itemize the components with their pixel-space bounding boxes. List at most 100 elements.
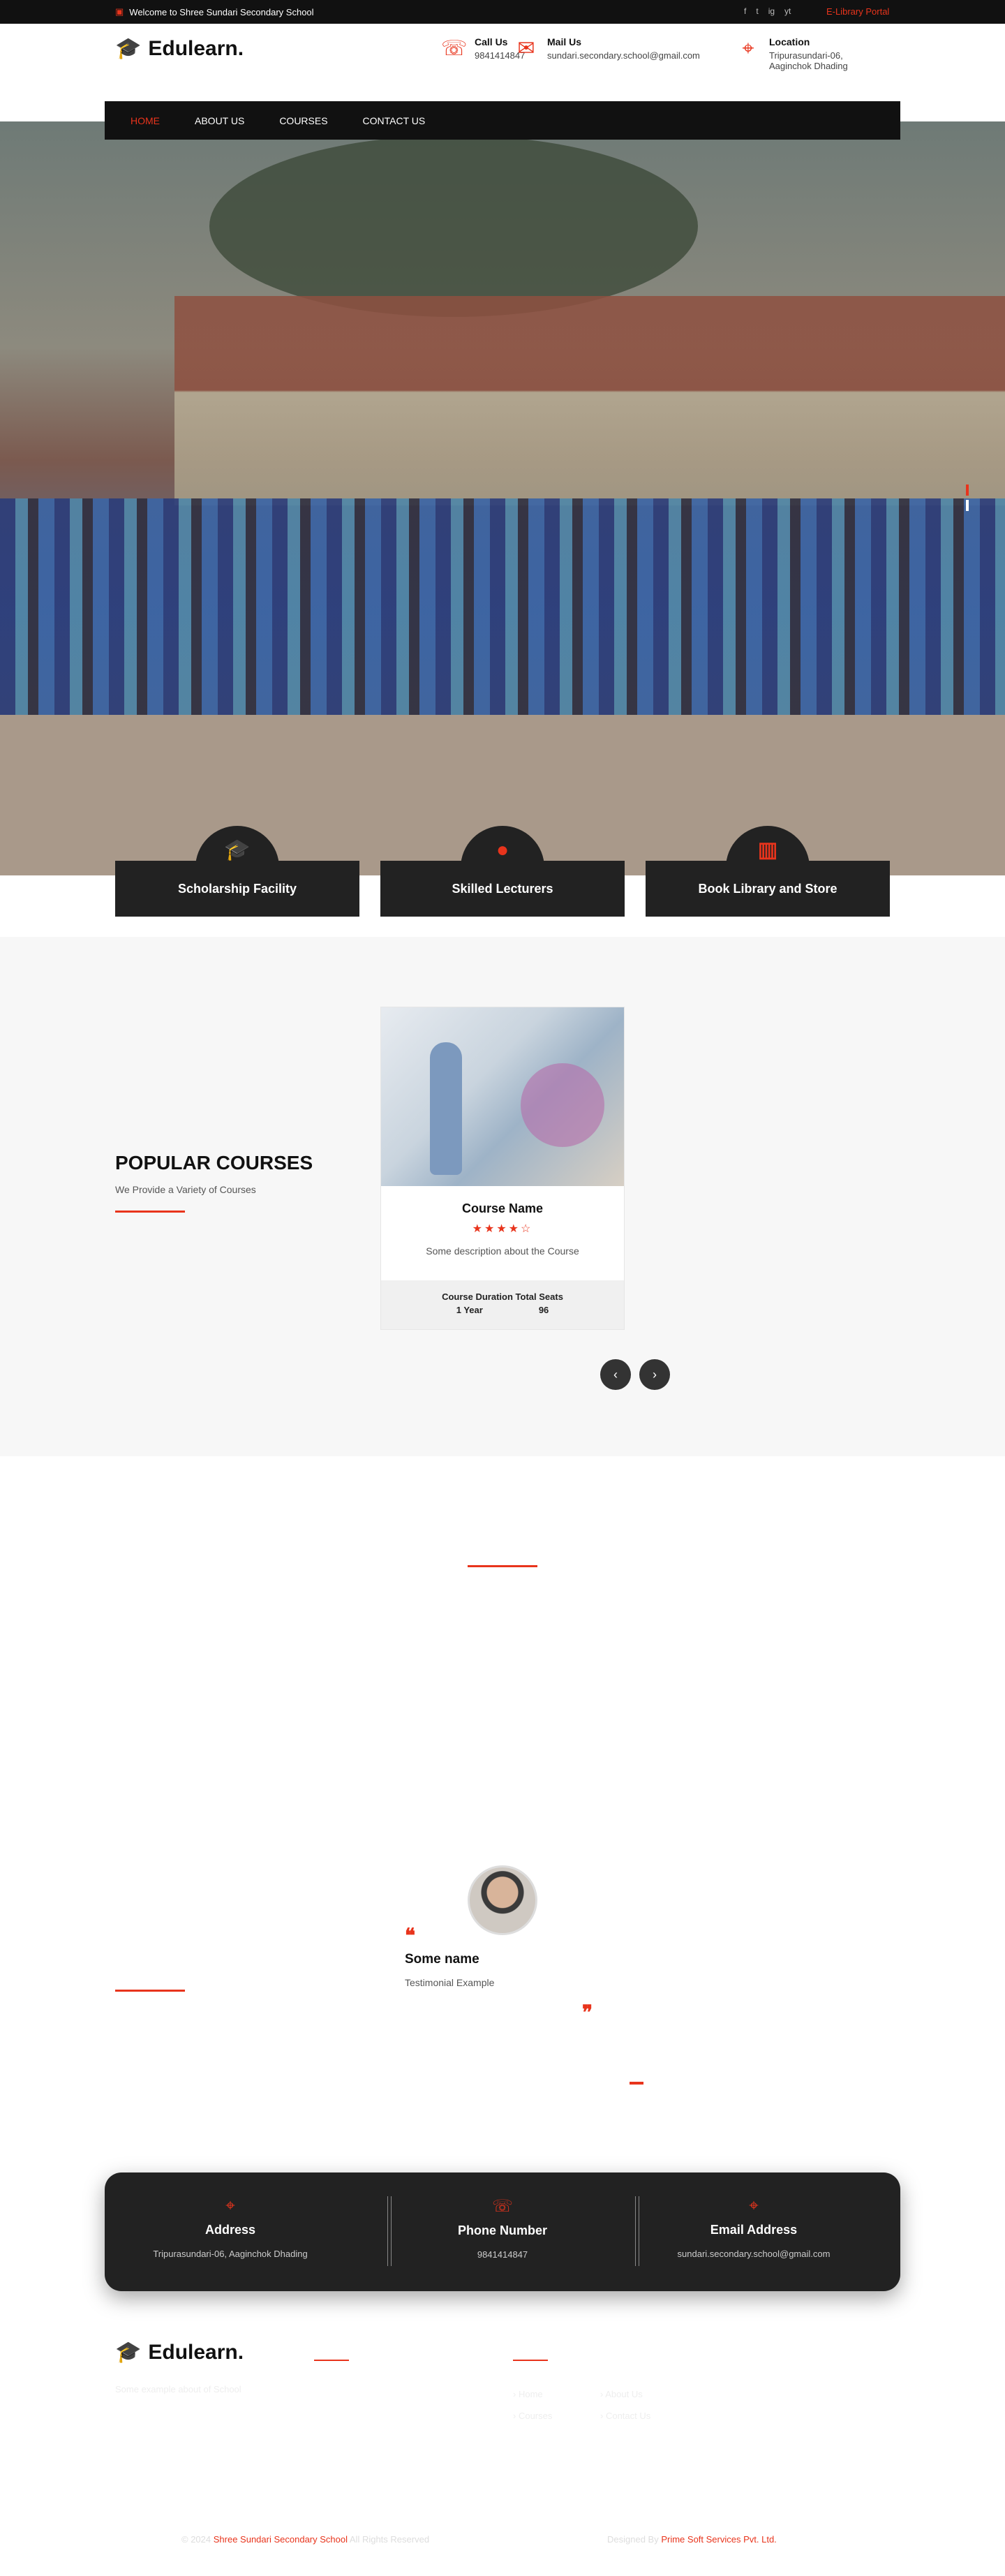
feature-label: Skilled Lecturers xyxy=(452,882,553,896)
facebook-icon[interactable]: f xyxy=(744,6,746,16)
feature-label: Scholarship Facility xyxy=(177,882,297,896)
nav-courses[interactable]: COURSES xyxy=(279,115,327,126)
info-email: ⌖ Email Address sundari.secondary.school… xyxy=(628,2196,879,2259)
footer-divider xyxy=(513,2360,548,2361)
avatar xyxy=(468,1865,537,1935)
footer-link-courses[interactable]: › Courses xyxy=(513,2411,600,2421)
info-title: Address xyxy=(204,2223,256,2237)
section-divider xyxy=(468,1565,537,1567)
hero-banner xyxy=(0,121,1005,875)
accent-divider xyxy=(115,1211,185,1213)
nav-about[interactable]: ABOUT US xyxy=(195,115,244,126)
slider-dot-active[interactable] xyxy=(966,484,969,496)
e-library-link[interactable]: E-Library Portal xyxy=(826,6,889,17)
teacher-figure xyxy=(430,1042,462,1175)
mail-title: Mail Us xyxy=(547,36,582,47)
courses-title: POPULAR COURSES xyxy=(115,1152,313,1174)
graduation-cap-icon: 🎓 xyxy=(115,2341,142,2364)
designed-prefix: Designed By xyxy=(607,2534,659,2545)
slider-dot[interactable] xyxy=(966,500,969,511)
course-seats: 96 xyxy=(538,1305,549,1315)
phone-icon: ☏ xyxy=(491,2197,513,2216)
main-nav: HOME ABOUT US COURSES CONTACT US xyxy=(105,101,900,140)
location-line2: Aaginchok Dhading xyxy=(769,61,848,71)
testimonial-name: Some name xyxy=(405,1952,479,1967)
footer-logo[interactable]: 🎓 Edulearn. xyxy=(115,2340,244,2364)
chevron-right-icon[interactable]: › xyxy=(639,1359,670,1390)
carousel-controls: ‹ › xyxy=(600,1359,670,1390)
footer-divider xyxy=(314,2360,349,2361)
star-rating: ★★★★☆ xyxy=(472,1223,533,1235)
feature-lecturers[interactable]: ● Skilled Lecturers xyxy=(380,826,625,917)
location-line1: Tripurasundari-06, xyxy=(769,50,843,61)
site-footer: 🎓 Edulearn. Some example about of School… xyxy=(0,2325,1005,2576)
nav-home[interactable]: HOME xyxy=(131,115,160,126)
popular-courses-section: POPULAR COURSES We Provide a Variety of … xyxy=(0,937,1005,1456)
chevron-left-icon[interactable]: ‹ xyxy=(600,1359,631,1390)
footer-links: › Home › About Us › Courses › Contact Us xyxy=(513,2389,687,2421)
youtube-icon[interactable]: yt xyxy=(784,6,791,16)
top-bar: ▣ Welcome to Shree Sundari Secondary Sch… xyxy=(0,0,1005,24)
courses-heading: POPULAR COURSES We Provide a Variety of … xyxy=(115,1152,313,1213)
footer-about: Some example about of School xyxy=(115,2384,241,2394)
brand-name: Edulearn. xyxy=(148,36,244,60)
section-divider xyxy=(115,1990,185,1992)
copyright-school-link[interactable]: Shree Sundari Secondary School xyxy=(214,2534,348,2545)
course-meta-header: Course Duration Total Seats xyxy=(442,1291,563,1302)
info-value: sundari.secondary.school@gmail.com xyxy=(677,2249,831,2259)
location-icon: ⌖ xyxy=(742,37,754,60)
hero-trees xyxy=(209,135,698,317)
testimonial-indicator[interactable] xyxy=(630,2082,643,2085)
school-icon: ▣ xyxy=(115,6,124,17)
course-name: Course Name xyxy=(461,1201,544,1215)
feature-label: Book Library and Store xyxy=(698,882,838,896)
info-address: ⌖ Address Tripurasundari-06, Aaginchok D… xyxy=(105,2196,356,2259)
mail-icon: ✉ xyxy=(517,37,535,60)
courses-subtitle: We Provide a Variety of Courses xyxy=(115,1184,256,1195)
contact-info-box: ⌖ Address Tripurasundari-06, Aaginchok D… xyxy=(105,2172,900,2291)
info-phone: ☏ Phone Number 9841414847 xyxy=(377,2196,628,2260)
instagram-icon[interactable]: ig xyxy=(768,6,775,16)
graduation-cap-icon: 🎓 xyxy=(115,37,142,60)
feature-scholarship[interactable]: 🎓 Scholarship Facility xyxy=(115,826,359,917)
footer-link-about[interactable]: › About Us xyxy=(600,2389,687,2399)
students-figure xyxy=(521,1063,604,1147)
contact-mail: ✉ Mail Us sundari.secondary.school@gmail.… xyxy=(514,36,699,61)
copyright-prefix: © 2024 xyxy=(181,2534,211,2545)
link-label: Courses xyxy=(518,2411,553,2421)
link-label: Home xyxy=(518,2389,543,2399)
contact-call: ☏ Call Us 9841414847 xyxy=(441,36,525,61)
link-label: About Us xyxy=(605,2389,643,2399)
slider-indicators xyxy=(966,484,969,511)
phone-icon: ☏ xyxy=(441,37,468,60)
info-value: Tripurasundari-06, Aaginchok Dhading xyxy=(153,2249,308,2259)
course-description: Some description about the Course xyxy=(426,1245,579,1257)
info-title: Email Address xyxy=(710,2223,798,2237)
designer-credit: Designed By Prime Soft Services Pvt. Ltd… xyxy=(607,2534,777,2545)
nav-contact[interactable]: CONTACT US xyxy=(363,115,426,126)
welcome-message: ▣ Welcome to Shree Sundari Secondary Sch… xyxy=(115,6,314,17)
course-image xyxy=(381,1007,624,1186)
hero-building xyxy=(174,296,1005,505)
quote-close-icon: ❞ xyxy=(582,2001,593,2023)
footer-link-contact[interactable]: › Contact Us xyxy=(600,2411,687,2421)
twitter-icon[interactable]: t xyxy=(756,6,758,16)
welcome-text: Welcome to Shree Sundari Secondary Schoo… xyxy=(129,6,314,17)
location-title: Location xyxy=(769,36,810,47)
course-duration: 1 Year xyxy=(456,1305,483,1315)
brand-logo[interactable]: 🎓 Edulearn. xyxy=(115,36,244,61)
info-title: Phone Number xyxy=(457,2223,547,2237)
testimonial-text: Testimonial Example xyxy=(405,1977,495,1988)
copyright: © 2024 Shree Sundari Secondary School Al… xyxy=(181,2534,429,2545)
hero-crowd xyxy=(0,498,1005,722)
course-meta: Course Duration Total Seats 1 Year 96 xyxy=(381,1280,624,1329)
link-label: Contact Us xyxy=(605,2411,651,2421)
contact-location: ⌖ Location Tripurasundari-06, Aaginchok Dh… xyxy=(736,36,848,71)
social-links: f t ig yt xyxy=(744,6,791,16)
footer-link-home[interactable]: › Home xyxy=(513,2389,600,2399)
copyright-suffix: All Rights Reserved xyxy=(349,2534,430,2545)
designer-link[interactable]: Prime Soft Services Pvt. Ltd. xyxy=(661,2534,776,2545)
feature-library[interactable]: ▥ Book Library and Store xyxy=(646,826,890,917)
footer-brand-name: Edulearn. xyxy=(148,2340,244,2364)
course-card[interactable]: Course Name ★★★★☆ Some description about… xyxy=(380,1007,625,1330)
